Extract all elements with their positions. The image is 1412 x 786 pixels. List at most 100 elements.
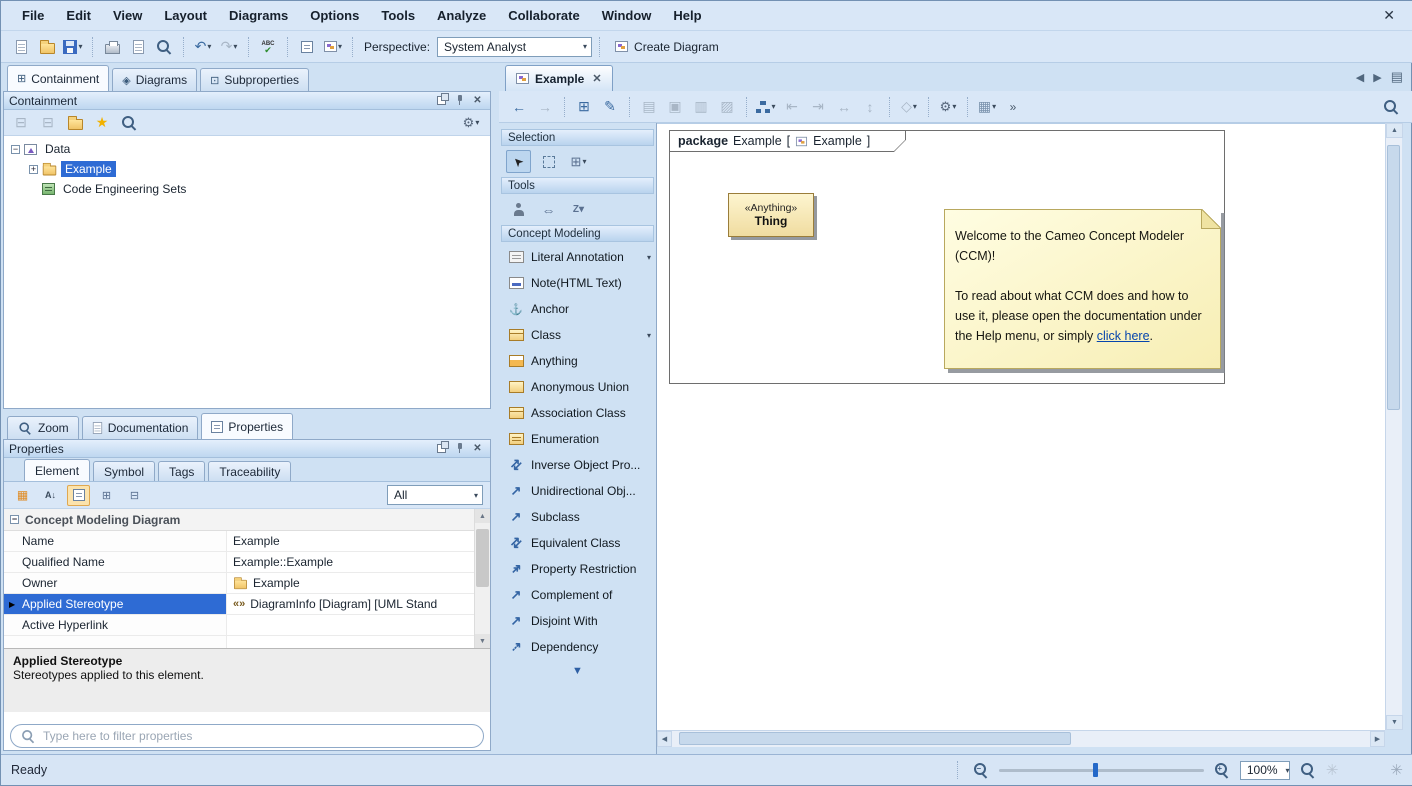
- search-in-diagram-button[interactable]: [1379, 95, 1403, 119]
- palette-item-literal-annotation[interactable]: Literal Annotation ▾: [499, 244, 656, 270]
- palette-item-complement-of[interactable]: ↗ Complement of: [499, 582, 656, 608]
- menu-window[interactable]: Window: [591, 4, 663, 27]
- tab-symbol[interactable]: Symbol: [93, 461, 155, 481]
- properties-section-header[interactable]: − Concept Modeling Diagram: [4, 509, 490, 531]
- print-button[interactable]: [100, 35, 124, 59]
- zoom-restore-icon[interactable]: ✳: [1326, 761, 1339, 779]
- undo-button[interactable]: ↶▾: [191, 35, 215, 59]
- table-row[interactable]: Active Hyperlink: [4, 615, 490, 636]
- collapse-expander-icon[interactable]: −: [10, 515, 19, 524]
- chevron-down-icon[interactable]: ▾: [582, 157, 586, 166]
- property-value[interactable]: Example::Example: [233, 555, 333, 569]
- menu-view[interactable]: View: [102, 4, 153, 27]
- menu-analyze[interactable]: Analyze: [426, 4, 497, 27]
- chevron-down-icon[interactable]: ▾: [913, 102, 917, 111]
- palette-item-enumeration[interactable]: Enumeration: [499, 426, 656, 452]
- toolbar-overflow-button[interactable]: »: [1001, 95, 1025, 119]
- zoom-out-icon[interactable]: −: [973, 762, 989, 778]
- tree-item-example[interactable]: + Example: [4, 159, 490, 179]
- table-scrollbar[interactable]: ▲ ▼: [474, 509, 490, 648]
- chevron-down-icon[interactable]: ▾: [338, 42, 342, 51]
- spelling-button[interactable]: ABC✔: [256, 35, 280, 59]
- menu-edit[interactable]: Edit: [55, 4, 102, 27]
- chevron-down-icon[interactable]: ▾: [233, 42, 237, 51]
- sticky-tool-button[interactable]: [506, 198, 531, 221]
- tab-properties[interactable]: Properties: [201, 413, 293, 439]
- scroll-right-icon[interactable]: ▶: [1370, 731, 1385, 747]
- grid-button[interactable]: ▦▾: [975, 95, 999, 119]
- menu-options[interactable]: Options: [299, 4, 370, 27]
- chevron-down-icon[interactable]: ▾: [647, 331, 651, 340]
- tree-item-data[interactable]: − Data: [4, 139, 490, 159]
- align-left-button[interactable]: ⇤: [780, 95, 804, 119]
- palette-item-anonymous-union[interactable]: Anonymous Union: [499, 374, 656, 400]
- diagram-options-button[interactable]: ⚙▾: [936, 95, 960, 119]
- tree-settings-button[interactable]: ⚙▾: [459, 111, 483, 135]
- collapse-all-button[interactable]: ⊟: [11, 113, 31, 133]
- fit-zoom-icon[interactable]: [1300, 762, 1316, 778]
- expand-expander-icon[interactable]: +: [29, 165, 38, 174]
- close-panel-button[interactable]: ✕: [470, 94, 485, 108]
- chevron-down-icon[interactable]: ▾: [647, 253, 651, 262]
- palette-more-button[interactable]: ▼: [499, 660, 656, 682]
- menu-file[interactable]: File: [11, 4, 55, 27]
- window-close-icon[interactable]: ✕: [1375, 5, 1403, 26]
- close-panel-button[interactable]: ✕: [470, 442, 485, 456]
- open-project-button[interactable]: [35, 35, 59, 59]
- cut-button[interactable]: ▥: [689, 95, 713, 119]
- create-diagram-button[interactable]: Create Diagram: [607, 35, 727, 59]
- palette-item-subclass[interactable]: ↗ Subclass: [499, 504, 656, 530]
- menu-layout[interactable]: Layout: [153, 4, 218, 27]
- palette-item-anchor[interactable]: ⚓ Anchor: [499, 296, 656, 322]
- favorites-button[interactable]: ★: [92, 113, 112, 133]
- anything-class-shape[interactable]: «Anything» Thing: [728, 193, 814, 237]
- menu-help[interactable]: Help: [662, 4, 712, 27]
- diagram-canvas[interactable]: package Example [ Example ] «Anything» T…: [657, 123, 1385, 730]
- tab-diagram-example[interactable]: Example ✕: [505, 65, 613, 91]
- grid-select-button[interactable]: ⊞▾: [566, 150, 591, 173]
- save-button[interactable]: ▾: [61, 35, 85, 59]
- collapse-properties-button[interactable]: ⊟: [123, 485, 146, 506]
- table-row[interactable]: Qualified Name Example::Example: [4, 552, 490, 573]
- paste-button[interactable]: ▣: [663, 95, 687, 119]
- tab-documentation[interactable]: Documentation: [82, 416, 199, 439]
- delete-button[interactable]: ▨: [715, 95, 739, 119]
- show-in-containment-button[interactable]: ⊞: [572, 95, 596, 119]
- collapse-expander-icon[interactable]: −: [11, 145, 20, 154]
- tab-subproperties[interactable]: ⊡ Subproperties: [200, 68, 309, 91]
- palette-item-class[interactable]: Class ▾: [499, 322, 656, 348]
- tree-item-code-engineering-sets[interactable]: Code Engineering Sets: [4, 179, 490, 199]
- canvas-horizontal-scrollbar[interactable]: ◀ ▶: [657, 730, 1385, 747]
- tab-tags[interactable]: Tags: [158, 461, 205, 481]
- scroll-up-icon[interactable]: ▲: [1386, 123, 1403, 138]
- chevron-down-icon[interactable]: ▾: [771, 102, 775, 111]
- tab-traceability[interactable]: Traceability: [208, 461, 291, 481]
- tab-element[interactable]: Element: [24, 459, 90, 481]
- property-value[interactable]: Example: [233, 534, 280, 548]
- scrollbar-thumb[interactable]: [1387, 145, 1400, 410]
- canvas-vertical-scrollbar[interactable]: ▲ ▼: [1385, 123, 1402, 730]
- palette-item-inverse-object-property[interactable]: ⇄ Inverse Object Pro...: [499, 452, 656, 478]
- palette-item-dependency[interactable]: ⇢ Dependency: [499, 634, 656, 660]
- menu-tools[interactable]: Tools: [370, 4, 426, 27]
- print-preview-button[interactable]: [126, 35, 150, 59]
- property-filter-select[interactable]: All ▾: [387, 485, 483, 505]
- menu-diagrams[interactable]: Diagrams: [218, 4, 299, 27]
- diagram-switch-button[interactable]: ▾: [321, 35, 345, 59]
- float-panel-button[interactable]: [434, 94, 449, 108]
- open-in-new-tree-button[interactable]: [65, 113, 85, 133]
- scroll-left-icon[interactable]: ◀: [657, 731, 672, 747]
- zoom-level-select[interactable]: 100% ▾: [1240, 761, 1290, 780]
- table-row[interactable]: [4, 636, 490, 648]
- tab-list-icon[interactable]: ▤: [1391, 69, 1403, 85]
- align-right-button[interactable]: ⇥: [806, 95, 830, 119]
- standard-mode-button[interactable]: [67, 485, 90, 506]
- tab-zoom[interactable]: Zoom: [7, 416, 79, 439]
- nav-forward-button[interactable]: →: [533, 95, 557, 119]
- redo-button[interactable]: ↷▾: [217, 35, 241, 59]
- scroll-tabs-left-icon[interactable]: ◀: [1356, 71, 1364, 84]
- swimlane-tool-button[interactable]: ⇔: [536, 198, 561, 221]
- validation-button[interactable]: [295, 35, 319, 59]
- close-tab-icon[interactable]: ✕: [592, 72, 601, 85]
- expand-properties-button[interactable]: ⊞: [95, 485, 118, 506]
